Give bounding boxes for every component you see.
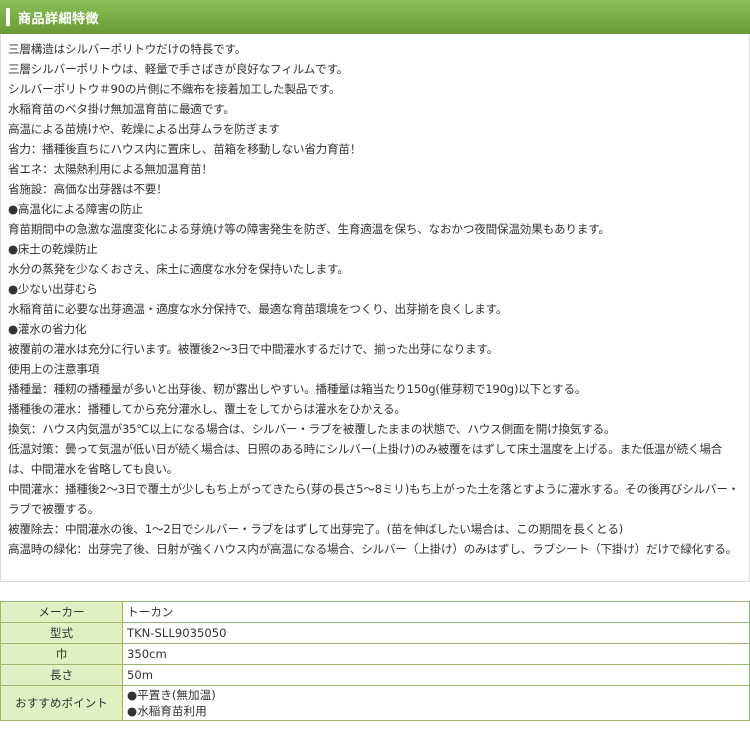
description-line: 被覆除去：中間灌水の後、1〜2日でシルバー・ラブをはずして出芽完了。(苗を伸ばし… bbox=[8, 522, 624, 536]
spec-label: おすすめポイント bbox=[0, 685, 123, 721]
spec-value: 50m bbox=[122, 664, 750, 686]
spec-label: 巾 bbox=[0, 643, 123, 665]
description-line: 省エネ：太陽熱利用による無加温育苗！ bbox=[8, 162, 213, 176]
spec-row-model: 型式 TKN-SLL9035050 bbox=[0, 622, 750, 644]
description-line: 被覆前の灌水は充分に行います。被覆後2〜3日で中間灌水するだけで、揃った出芽にな… bbox=[8, 342, 499, 356]
spec-value: ●平置き(無加温) ●水稲育苗利用 bbox=[122, 685, 750, 721]
spec-label: メーカー bbox=[0, 601, 123, 623]
recommend-point: ●水稲育苗利用 bbox=[127, 704, 207, 718]
spec-label: 長さ bbox=[0, 664, 123, 686]
description-line: シルバーポリトウ＃90の片側に不織布を接着加工した製品です。 bbox=[8, 82, 341, 96]
description-line: 省施設：高価な出芽器は不要！ bbox=[8, 182, 168, 196]
description-line: 水稲育苗のベタ掛け無加温育苗に最適です。 bbox=[8, 102, 235, 116]
spec-value: TKN-SLL9035050 bbox=[122, 622, 750, 644]
description-line: 水分の蒸発を少なくおさえ、床土に適度な水分を保持いたします。 bbox=[8, 262, 349, 276]
header-accent-bar bbox=[6, 8, 10, 26]
description-line: 低温対策：曇って気温が低い日が続く場合は、日照のある時にシルバー(上掛け)のみ被… bbox=[8, 442, 723, 476]
description-line: 育苗期間中の急激な温度変化による芽焼け等の障害発生を防ぎ、生育適温を保ち、なおか… bbox=[8, 222, 610, 236]
description-line: 三層構造はシルバーポリトウだけの特長です。 bbox=[8, 42, 247, 56]
spec-table: メーカー トーカン 型式 TKN-SLL9035050 巾 350cm 長さ 5… bbox=[0, 601, 750, 721]
spec-value: 350cm bbox=[122, 643, 750, 665]
description-heading: ●灌水の省力化 bbox=[8, 322, 87, 336]
description-box: 三層構造はシルバーポリトウだけの特長です。 三層シルバーポリトウは、軽量で手さば… bbox=[0, 34, 750, 582]
description-heading: ●高温化による障害の防止 bbox=[8, 202, 143, 216]
description-line: 中間灌水：播種後2〜3日で覆土が少しもち上がってきたら(芽の長さ5〜8ミリ)もち… bbox=[8, 482, 740, 516]
spec-row-length: 長さ 50m bbox=[0, 664, 750, 686]
spec-value: トーカン bbox=[122, 601, 750, 623]
section-title: 商品詳細特徴 bbox=[18, 12, 100, 27]
section-header: 商品詳細特徴 bbox=[0, 0, 750, 34]
description-line: 水稲育苗に必要な出芽適温・適度な水分保持で、最適な育苗環境をつくり、出芽揃を良く… bbox=[8, 302, 508, 316]
spec-row-width: 巾 350cm bbox=[0, 643, 750, 665]
description-line: 省力：播種後直ちにハウス内に置床し、苗箱を移動しない省力育苗！ bbox=[8, 142, 362, 156]
description-heading: ●少ない出芽むら bbox=[8, 282, 98, 296]
recommend-point: ●平置き(無加温) bbox=[127, 688, 216, 702]
description-line: 三層シルバーポリトウは、軽量で手さばきが良好なフィルムです。 bbox=[8, 62, 349, 76]
spec-row-recommend: おすすめポイント ●平置き(無加温) ●水稲育苗利用 bbox=[0, 685, 750, 721]
description-heading: ●床土の乾燥防止 bbox=[8, 242, 98, 256]
description-line: 播種量：種籾の播種量が多いと出芽後、籾が露出しやすい。播種量は箱当たり150g(… bbox=[8, 382, 587, 396]
description-line: 高温による苗焼けや、乾燥による出芽ムラを防ぎます bbox=[8, 122, 280, 136]
spec-label: 型式 bbox=[0, 622, 123, 644]
spec-row-maker: メーカー トーカン bbox=[0, 601, 750, 623]
description-line: 高温時の緑化：出芽完了後、日射が強くハウス内が高温になる場合、シルバー（上掛け）… bbox=[8, 542, 738, 556]
description-heading: 使用上の注意事項 bbox=[8, 362, 100, 376]
description-line: 播種後の灌水：播種してから充分灌水し、覆土をしてからは灌水をひかえる。 bbox=[8, 402, 406, 416]
description-line: 換気：ハウス内気温が35℃以上になる場合は、シルバー・ラブを被覆したままの状態で… bbox=[8, 422, 616, 436]
